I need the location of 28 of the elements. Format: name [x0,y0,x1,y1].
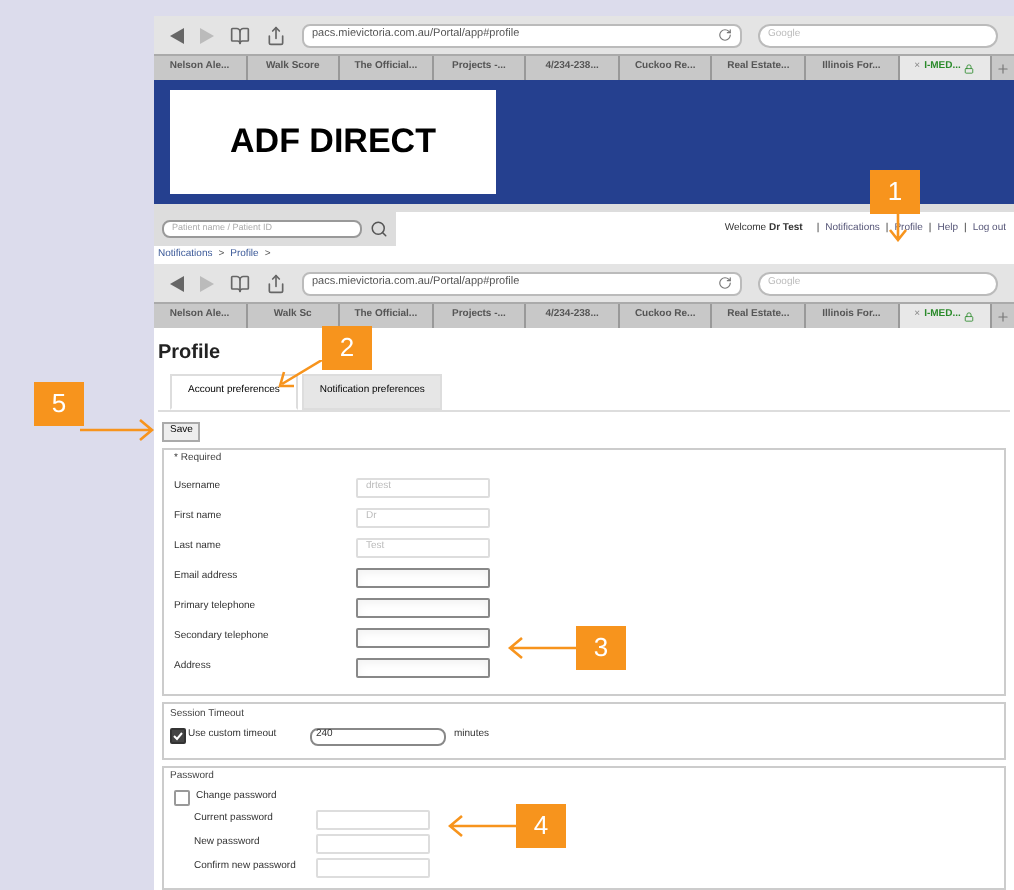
text-field[interactable] [356,627,490,647]
callout-number: 4 [516,804,566,848]
reload-icon[interactable] [718,28,732,42]
callout-arrow [80,418,156,442]
text-field[interactable] [356,657,490,677]
bookmarks-icon[interactable] [230,273,250,293]
callout-arrow [508,636,576,660]
callout-number: 3 [576,626,626,670]
checkbox[interactable] [174,789,190,805]
text-field[interactable] [356,567,490,587]
callout-number: 2 [322,326,372,370]
share-icon[interactable] [266,25,286,45]
back-icon[interactable] [170,275,184,291]
lock-icon [964,311,975,321]
lock-icon [964,63,975,73]
share-icon[interactable] [266,273,286,293]
page-title: Profile [158,340,221,368]
search-icon[interactable] [370,219,388,238]
callout-arrow [278,360,326,388]
back-icon[interactable] [170,27,184,43]
checkbox[interactable] [170,728,186,744]
logo: ADF DIRECT [170,89,496,194]
bookmarks-icon[interactable] [230,25,250,45]
callout-arrow [448,814,516,838]
callout-number: 1 [870,170,920,214]
text-field[interactable] [356,597,490,617]
callout-number: 5 [34,382,84,426]
reload-icon[interactable] [718,276,732,290]
